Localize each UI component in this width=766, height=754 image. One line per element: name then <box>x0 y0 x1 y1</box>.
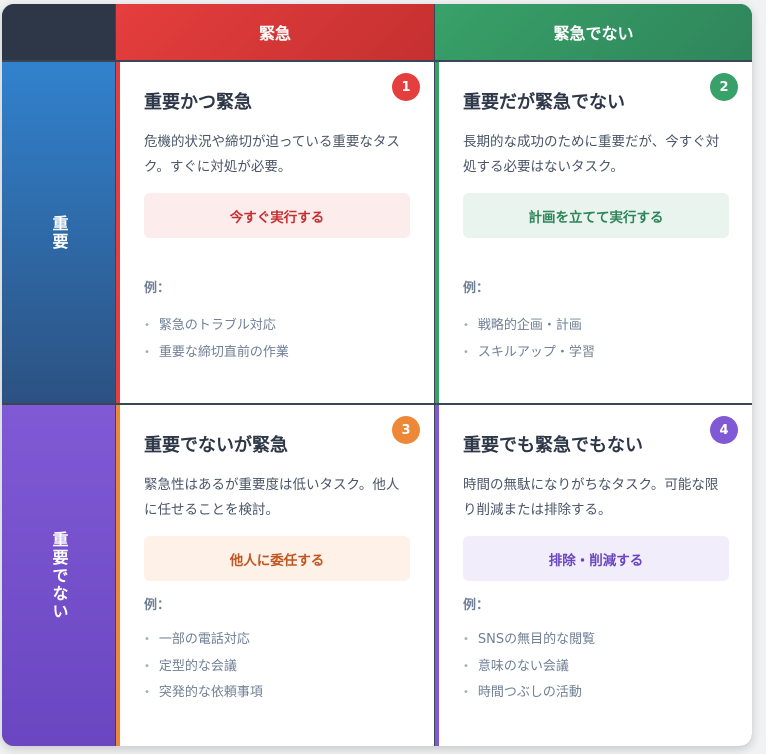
quadrant-1: 1 重要かつ緊急 危機的状況や締切が迫っている重要なタスク。すぐに対処が必要。 … <box>116 62 434 403</box>
quadrant-action: 今すぐ実行する <box>144 193 410 238</box>
example-item: スキルアップ・学習 <box>463 340 595 367</box>
example-item: 定型的な会議 <box>144 654 263 681</box>
examples-label: 例： <box>463 281 490 296</box>
quadrant-action: 排除・削減する <box>463 536 729 581</box>
quadrant-description: 危機的状況や締切が迫っている重要なタスク。すぐに対処が必要。 <box>144 134 400 175</box>
quadrant-accent-bar <box>435 62 439 403</box>
quadrant-accent-bar <box>116 405 120 746</box>
quadrant-description: 長期的な成功のために重要だが、今すぐ対処する必要はないタスク。 <box>463 134 720 175</box>
quadrant-number-badge: 2 <box>710 73 738 101</box>
row-header-not-important-label: 重要でない <box>49 530 69 621</box>
quadrant-description: 時間の無駄になりがちなタスク。可能な限り削減または排除する。 <box>463 477 719 518</box>
column-header-not-urgent: 緊急でない <box>435 4 752 60</box>
quadrant-3: 3 重要でないが緊急 緊急性はあるが重要度は低いタスク。他人に任せることを検討。… <box>116 405 434 746</box>
examples-label: 例： <box>463 598 490 613</box>
example-item: 意味のない会議 <box>463 654 595 681</box>
quadrant-accent-bar <box>435 405 439 746</box>
example-item: 戦略的企画・計画 <box>463 313 595 340</box>
quadrant-number-badge: 4 <box>710 416 738 444</box>
examples-label: 例： <box>144 281 171 296</box>
quadrant-4: 4 重要でも緊急でもない 時間の無駄になりがちなタスク。可能な限り削減または排除… <box>435 405 752 746</box>
example-item: SNSの無目的な閲覧 <box>463 627 595 654</box>
quadrant-title: 重要でも緊急でもない <box>463 435 643 456</box>
quadrant-action: 他人に委任する <box>144 536 410 581</box>
row-header-not-important: 重要でない <box>2 405 115 746</box>
examples-label: 例： <box>144 598 171 613</box>
quadrant-title: 重要でないが緊急 <box>144 435 288 456</box>
example-item: 重要な締切直前の作業 <box>144 340 289 367</box>
example-item: 時間つぶしの活動 <box>463 680 595 707</box>
column-header-urgent: 緊急 <box>116 4 434 60</box>
example-item: 緊急のトラブル対応 <box>144 313 289 340</box>
quadrant-description: 緊急性はあるが重要度は低いタスク。他人に任せることを検討。 <box>144 477 400 518</box>
quadrant-number-badge: 1 <box>392 73 420 101</box>
examples-list: 一部の電話対応 定型的な会議 突発的な依頼事項 <box>144 627 263 707</box>
row-header-important-label: 重要 <box>49 214 69 251</box>
examples-list: SNSの無目的な閲覧 意味のない会議 時間つぶしの活動 <box>463 627 595 707</box>
column-header-urgent-label: 緊急 <box>258 24 291 43</box>
row-header-important: 重要 <box>2 62 115 403</box>
quadrant-number-badge: 3 <box>392 416 420 444</box>
eisenhower-matrix: 緊急 緊急でない 重要 重要でない 1 重要かつ緊急 危機的状況や締切が迫ってい… <box>2 4 752 746</box>
examples-list: 緊急のトラブル対応 重要な締切直前の作業 <box>144 313 289 366</box>
quadrant-action: 計画を立てて実行する <box>463 193 729 238</box>
examples-list: 戦略的企画・計画 スキルアップ・学習 <box>463 313 595 366</box>
example-item: 一部の電話対応 <box>144 627 263 654</box>
quadrant-accent-bar <box>116 62 120 403</box>
matrix-corner <box>2 4 115 60</box>
quadrant-2: 2 重要だが緊急でない 長期的な成功のために重要だが、今すぐ対処する必要はないタ… <box>435 62 752 403</box>
quadrant-title: 重要かつ緊急 <box>144 92 252 113</box>
example-item: 突発的な依頼事項 <box>144 680 263 707</box>
quadrant-title: 重要だが緊急でない <box>463 92 625 113</box>
column-header-not-urgent-label: 緊急でない <box>553 24 634 43</box>
